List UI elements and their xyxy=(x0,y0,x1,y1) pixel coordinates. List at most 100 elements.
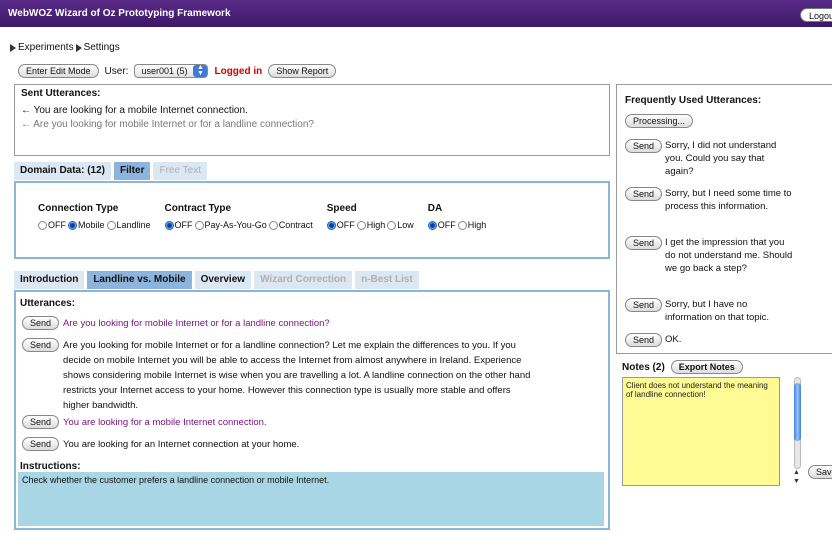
notes-title: Notes (2) xyxy=(622,361,665,373)
send-button[interactable]: Send xyxy=(625,236,663,250)
frequent-utterance-text: Sorry, but I have no information on that… xyxy=(665,299,770,323)
radio-option[interactable]: Mobile xyxy=(68,220,105,230)
filter-label: Connection Type xyxy=(38,203,119,214)
notes-textarea[interactable]: Client does not understand the meaning o… xyxy=(622,377,780,486)
radio-option[interactable]: OFF xyxy=(427,220,456,230)
frequent-utterance-text: Sorry, I did not understand you. Could y… xyxy=(665,140,777,177)
radio-option[interactable]: Low xyxy=(387,220,414,230)
send-button[interactable]: Send xyxy=(22,415,60,429)
radio-label: Pay-As-You-Go xyxy=(204,220,267,230)
menu-settings-label: Settings xyxy=(83,42,120,53)
main-menu: Experiments Settings xyxy=(10,42,122,53)
send-button[interactable]: Send xyxy=(625,187,663,201)
utterance-item: Send You are looking for a mobile Intern… xyxy=(22,415,532,430)
triangle-right-icon xyxy=(10,43,16,52)
scroll-thumb[interactable] xyxy=(794,383,801,441)
frequent-utterance-text: OK. xyxy=(665,334,682,345)
radio-label: OFF xyxy=(336,220,355,230)
radio-selected-icon xyxy=(326,220,336,230)
radio-label: High xyxy=(366,220,386,230)
processing-button[interactable]: Processing... xyxy=(625,114,694,128)
menu-experiments-label: Experiments xyxy=(18,42,74,53)
radio-icon xyxy=(268,220,278,230)
send-button[interactable]: Send xyxy=(625,298,663,312)
show-report-button[interactable]: Show Report xyxy=(268,64,337,78)
filter-panel: Connection Type OFF Mobile Landline Cont… xyxy=(14,181,610,259)
radio-option[interactable]: High xyxy=(356,220,386,230)
frequent-utterance-item: Send Sorry, but I have no information on… xyxy=(625,298,795,324)
radio-option[interactable]: Landline xyxy=(106,220,151,230)
radio-icon xyxy=(387,220,397,230)
triangle-right-icon xyxy=(75,43,82,52)
radio-option[interactable]: OFF xyxy=(38,220,66,230)
radio-label: High xyxy=(467,220,487,230)
radio-selected-icon xyxy=(164,220,174,230)
utterances-title: Utterances: xyxy=(20,298,76,309)
filter-groups: Connection Type OFF Mobile Landline Cont… xyxy=(38,203,500,230)
radio-label: Mobile xyxy=(78,220,105,230)
tab-n-best-list[interactable]: n-Best List xyxy=(355,271,419,289)
logout-button[interactable]: Logout xyxy=(800,8,832,22)
radio-icon xyxy=(356,220,366,230)
radio-option[interactable]: Pay-As-You-Go xyxy=(194,220,267,230)
radio-option[interactable]: OFF xyxy=(164,220,193,230)
tab-wizard-correction[interactable]: Wizard Correction xyxy=(254,271,353,289)
sent-utterance: ← You are looking for a mobile Internet … xyxy=(21,105,248,116)
export-notes-button[interactable]: Export Notes xyxy=(670,360,743,374)
filter-label: DA xyxy=(427,203,443,214)
tab-domain-data[interactable]: Domain Data: (12) xyxy=(14,162,112,180)
edit-mode-button[interactable]: Enter Edit Mode xyxy=(18,64,99,78)
send-button[interactable]: Send xyxy=(625,139,663,153)
frequent-utterances-title: Frequently Used Utterances: xyxy=(625,95,762,106)
utterance-item: Send Are you looking for mobile Internet… xyxy=(22,338,532,413)
tab-filter[interactable]: Filter xyxy=(114,162,151,180)
tab-free-text[interactable]: Free Text xyxy=(153,162,207,180)
utterance-text: You are looking for an Internet connecti… xyxy=(63,439,300,450)
scroll-down-icon[interactable]: ▼ xyxy=(793,478,800,486)
domain-tabs: Domain Data: (12) Filter Free Text xyxy=(14,162,207,180)
radio-label: OFF xyxy=(437,220,456,230)
user-select[interactable]: user001 (5) ▲ ▼ xyxy=(134,64,209,78)
sent-utterance: ← Are you looking for mobile Internet or… xyxy=(21,119,314,130)
send-button[interactable]: Send xyxy=(22,338,60,352)
radio-icon xyxy=(194,220,204,230)
filter-label: Speed xyxy=(326,203,357,214)
updown-arrow-icon: ▲ ▼ xyxy=(193,64,208,77)
send-button[interactable]: Send xyxy=(22,316,60,330)
tab-introduction[interactable]: Introduction xyxy=(14,271,85,289)
notes-scrollbar[interactable]: ▲ ▼ xyxy=(792,377,803,486)
radio-icon xyxy=(457,220,467,230)
send-button[interactable]: Send xyxy=(625,333,663,347)
app-title: WebWOZ Wizard of Oz Prototyping Framewor… xyxy=(8,8,231,19)
radio-label: Low xyxy=(397,220,414,230)
scroll-up-icon[interactable]: ▲ xyxy=(793,469,800,477)
radio-selected-icon xyxy=(68,220,77,230)
frequent-utterance-item: Send I get the impression that you do no… xyxy=(625,236,795,275)
radio-label: Landline xyxy=(116,220,151,230)
utterance-item: Send You are looking for an Internet con… xyxy=(22,437,532,452)
radio-option[interactable]: High xyxy=(457,220,487,230)
radio-option[interactable]: OFF xyxy=(326,220,355,230)
sent-utterances-title: Sent Utterances: xyxy=(21,88,101,99)
radio-label: Contract xyxy=(278,220,313,230)
filter-speed: Speed OFF High Low xyxy=(326,203,416,230)
utterance-text: Are you looking for mobile Internet or f… xyxy=(63,318,330,329)
tab-overview[interactable]: Overview xyxy=(194,271,252,289)
radio-label: OFF xyxy=(48,220,66,230)
radio-selected-icon xyxy=(427,220,437,230)
notes-header: Notes (2) Export Notes xyxy=(622,360,743,374)
radio-label: OFF xyxy=(174,220,193,230)
radio-icon xyxy=(106,220,116,230)
frequent-utterance-item: Send OK. xyxy=(625,333,795,347)
title-bar: WebWOZ Wizard of Oz Prototyping Framewor… xyxy=(0,0,832,27)
controls-row: Enter Edit Mode User: user001 (5) ▲ ▼ Log… xyxy=(18,64,337,78)
utterances-panel: Utterances: Send Are you looking for mob… xyxy=(14,290,610,530)
tab-landline-vs-mobile[interactable]: Landline vs. Mobile xyxy=(87,271,192,289)
radio-option[interactable]: Contract xyxy=(268,220,313,230)
menu-experiments[interactable]: Experiments xyxy=(10,42,74,53)
frequent-utterance-item: Send Sorry, I did not understand you. Co… xyxy=(625,139,795,178)
filter-connection-type: Connection Type OFF Mobile Landline xyxy=(38,203,153,230)
save-button[interactable]: Save xyxy=(808,465,832,479)
menu-settings[interactable]: Settings xyxy=(75,42,120,53)
send-button[interactable]: Send xyxy=(22,437,60,451)
